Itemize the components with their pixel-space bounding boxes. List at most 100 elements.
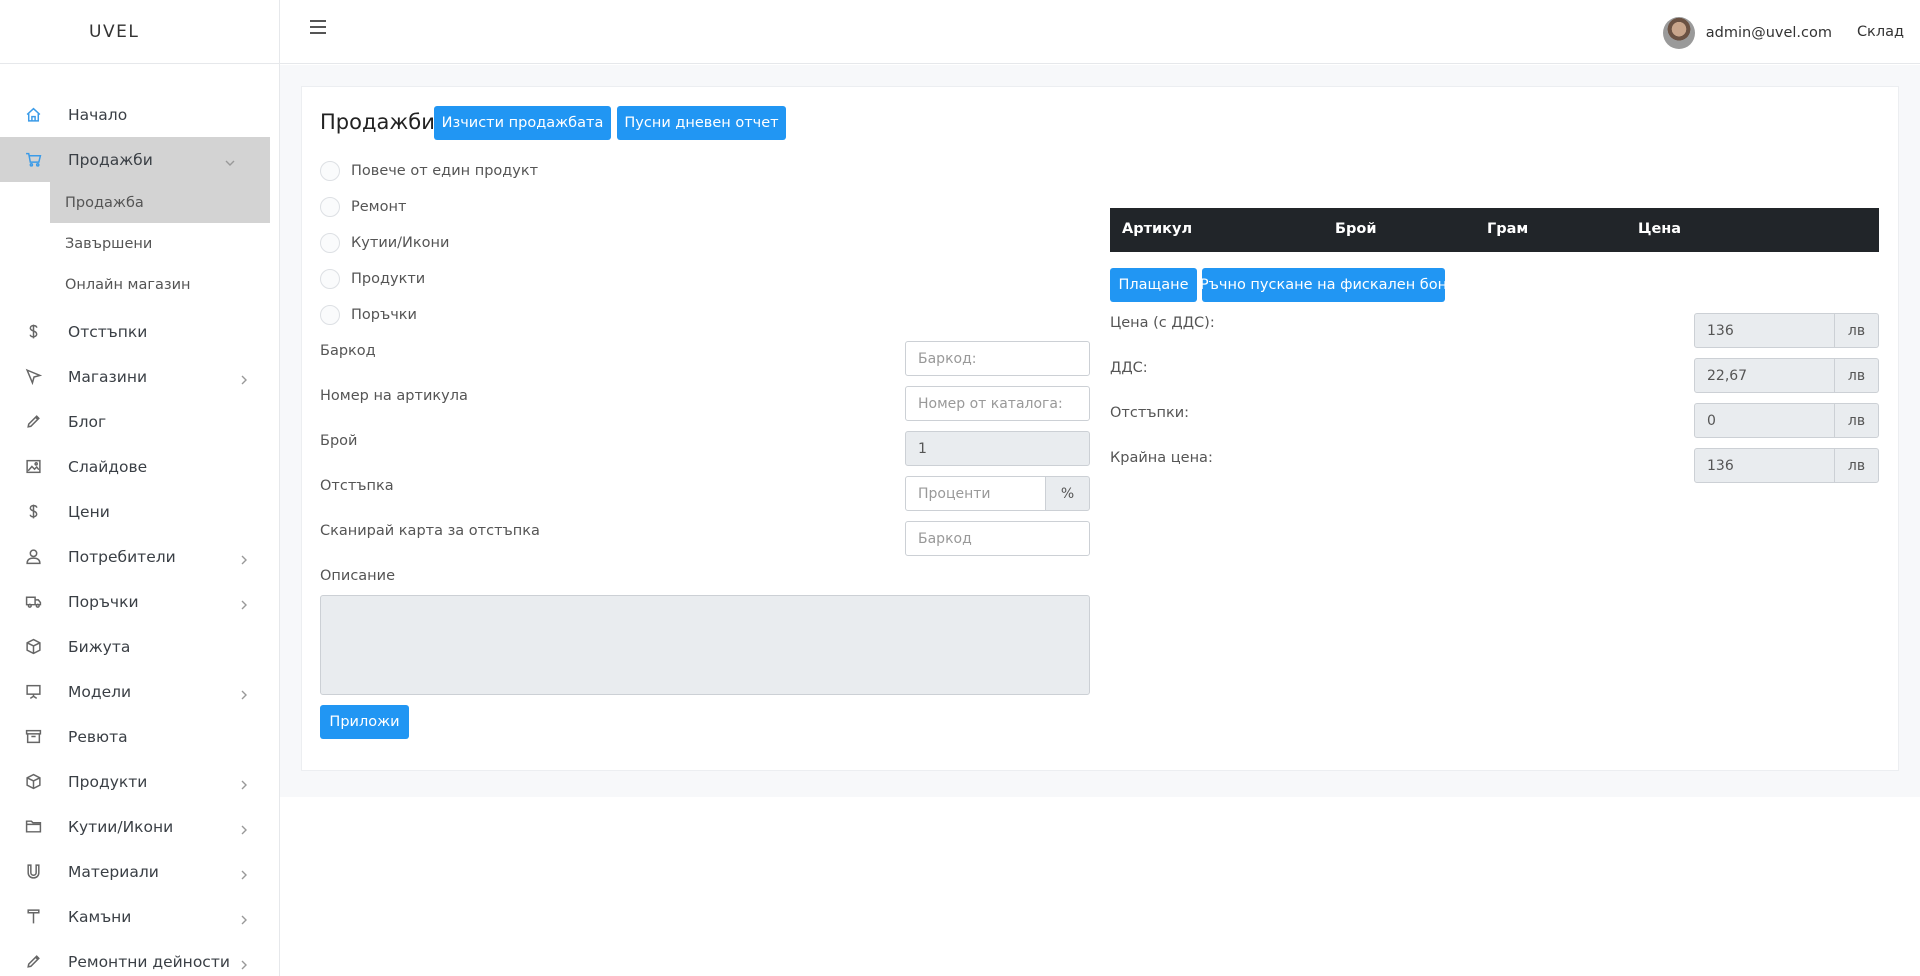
catalog-label: Номер на артикула [320, 388, 468, 404]
page-title: Продажби [320, 110, 435, 134]
sidebar-item-boxes[interactable]: Кутии/Икони [0, 804, 279, 849]
radio-button[interactable] [320, 233, 340, 253]
chevron-right-icon[interactable] [239, 551, 249, 565]
sidebar-item-label: Материали [68, 862, 159, 881]
currency-addon: лв [1834, 358, 1879, 393]
currency-addon: лв [1834, 448, 1879, 483]
user-email: admin@uvel.com [1705, 25, 1832, 41]
chevron-right-icon[interactable] [239, 956, 249, 970]
sidebar-item-label: Слайдове [68, 457, 148, 476]
sidebar-submenu-sales: Продажба Завършени Онлайн магазин [0, 182, 279, 309]
chevron-right-icon[interactable] [239, 821, 249, 835]
sidebar-item-blog[interactable]: Блог [0, 399, 279, 444]
chevron-right-icon[interactable] [239, 911, 249, 925]
sidebar-subitem-online-shop[interactable]: Онлайн магазин [0, 264, 279, 305]
user-menu[interactable]: admin@uvel.com [1662, 17, 1832, 49]
chevron-right-icon[interactable] [239, 686, 249, 700]
option-multiple-products[interactable]: Повече от един продукт [320, 161, 538, 181]
sidebar-item-stones[interactable]: Камъни [0, 894, 279, 939]
sidebar-nav: Начало Продажби Продажба Завършени Онлай… [0, 64, 279, 976]
radio-button[interactable] [320, 269, 340, 289]
discount-percent-input[interactable] [905, 476, 1046, 511]
cursor-icon [22, 366, 44, 388]
chevron-right-icon[interactable] [239, 866, 249, 880]
sidebar-item-label: Цени [68, 502, 110, 521]
sidebar-item-models[interactable]: Модели [0, 669, 279, 714]
quantity-input[interactable] [905, 431, 1090, 466]
chevron-down-icon[interactable] [225, 154, 235, 166]
sidebar-item-prices[interactable]: Цени [0, 489, 279, 534]
archive-icon [22, 726, 44, 748]
daily-report-button[interactable]: Пусни дневен отчет [617, 106, 786, 140]
pencil-icon [22, 951, 44, 973]
barcode-label: Баркод [320, 343, 376, 359]
folder-icon [22, 816, 44, 838]
menu-toggle-icon[interactable] [310, 20, 328, 38]
sidebar-item-label: Продукти [68, 772, 148, 791]
chevron-right-icon[interactable] [239, 776, 249, 790]
magnet-icon [22, 861, 44, 883]
sidebar-subitem-sale[interactable]: Продажба [50, 182, 270, 223]
apply-button[interactable]: Приложи [320, 705, 409, 739]
option-orders[interactable]: Поръчки [320, 305, 417, 325]
hammer-icon [22, 906, 44, 928]
payment-button[interactable]: Плащане [1110, 268, 1197, 302]
chevron-right-icon[interactable] [239, 371, 249, 385]
sidebar-item-label: Блог [68, 412, 107, 431]
box-icon [22, 636, 44, 658]
topbar: admin@uvel.com Склад [280, 0, 1920, 64]
sidebar-item-reviews[interactable]: Ревюта [0, 714, 279, 759]
vat-label: ДДС: [1110, 360, 1148, 376]
price-with-vat-value [1694, 313, 1835, 348]
box-icon [22, 771, 44, 793]
image-icon [22, 456, 44, 478]
manual-fiscal-receipt-button[interactable]: Ръчно пускане на фискален бон [1200, 268, 1447, 302]
barcode-input[interactable] [905, 341, 1090, 376]
sidebar-item-users[interactable]: Потребители [0, 534, 279, 579]
percent-addon: % [1045, 476, 1090, 511]
radio-button[interactable] [320, 305, 340, 325]
dollar-icon [22, 501, 44, 523]
radio-button[interactable] [320, 197, 340, 217]
sidebar-subitem-completed[interactable]: Завършени [0, 223, 279, 264]
description-textarea[interactable] [320, 595, 1090, 695]
option-products[interactable]: Продукти [320, 269, 425, 289]
sidebar-item-label: Отстъпки [68, 322, 148, 341]
brand-logo[interactable]: UVEL [0, 0, 279, 64]
chevron-right-icon[interactable] [239, 596, 249, 610]
easel-icon [22, 681, 44, 703]
sidebar-item-label: Потребители [68, 547, 176, 566]
sidebar-item-materials[interactable]: Материали [0, 849, 279, 894]
price-with-vat-label: Цена (с ДДС): [1110, 315, 1215, 331]
clear-sale-button[interactable]: Изчисти продажбата [434, 106, 611, 140]
sidebar-item-label: Магазини [68, 367, 148, 386]
sidebar-item-label: Продажби [68, 150, 153, 169]
sidebar-item-orders[interactable]: Поръчки [0, 579, 279, 624]
sidebar-item-products[interactable]: Продукти [0, 759, 279, 804]
sidebar-item-label: Камъни [68, 907, 132, 926]
sidebar-item-sales[interactable]: Продажби [0, 137, 270, 182]
quantity-label: Брой [320, 433, 358, 449]
option-boxes[interactable]: Кутии/Икони [320, 233, 449, 253]
discount-card-input[interactable] [905, 521, 1090, 556]
sidebar-item-stores[interactable]: Магазини [0, 354, 279, 399]
column-header: Брой [1335, 221, 1377, 237]
option-repair[interactable]: Ремонт [320, 197, 406, 217]
final-price-label: Крайна цена: [1110, 450, 1213, 466]
sidebar-item-repairs[interactable]: Ремонтни дейности [0, 939, 279, 976]
avatar [1662, 17, 1695, 49]
currency-addon: лв [1834, 313, 1879, 348]
sidebar-item-jewelry[interactable]: Бижута [0, 624, 279, 669]
sidebar-item-home[interactable]: Начало [0, 92, 279, 137]
column-header: Артикул [1122, 221, 1193, 237]
sidebar-item-slides[interactable]: Слайдове [0, 444, 279, 489]
store-link[interactable]: Склад [1857, 24, 1904, 40]
catalog-number-input[interactable] [905, 386, 1090, 421]
sidebar-item-label: Модели [68, 682, 132, 701]
home-icon [22, 104, 44, 126]
sidebar-item-discounts[interactable]: Отстъпки [0, 309, 279, 354]
radio-button[interactable] [320, 161, 340, 181]
column-header: Цена [1638, 221, 1682, 237]
sidebar: UVEL Начало Продажби Продажба Завършени … [0, 0, 280, 976]
sidebar-item-label: Бижута [68, 637, 131, 656]
